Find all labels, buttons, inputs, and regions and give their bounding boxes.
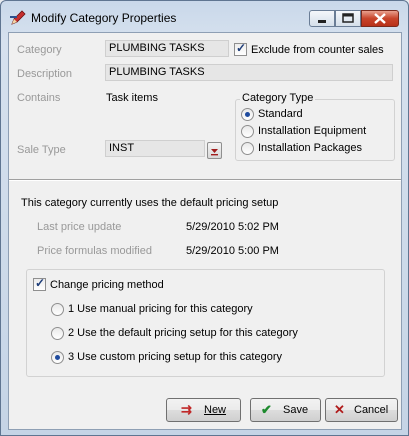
description-label: Description — [17, 68, 73, 80]
radio-manual-pricing[interactable] — [51, 303, 64, 316]
dialog-window: Modify Category Properties Category PLUM… — [0, 0, 409, 436]
contains-label: Contains — [17, 92, 61, 104]
last-price-update-label: Last price update — [37, 221, 122, 233]
new-icon: ⇉ — [181, 402, 192, 417]
checkmark-icon: ✔ — [261, 402, 272, 417]
radio-installation-equipment[interactable] — [241, 125, 254, 138]
new-button[interactable]: ⇉ New — [166, 398, 241, 422]
category-type-title: Category Type — [240, 92, 316, 104]
change-pricing-method-label: Change pricing method — [50, 279, 164, 291]
radio-default-pricing[interactable] — [51, 327, 64, 340]
sale-type-field[interactable]: INST — [105, 140, 205, 157]
new-button-label: New — [204, 404, 227, 416]
description-field[interactable]: PLUMBING TASKS — [105, 64, 393, 81]
radio-default-pricing-label: 2 Use the default pricing setup for this… — [68, 327, 298, 339]
radio-installation-packages-label: Installation Packages — [258, 142, 362, 154]
exclude-counter-sales-checkbox[interactable]: ✓ — [234, 41, 247, 56]
formulas-modified-value: 5/29/2010 5:00 PM — [186, 245, 279, 257]
last-price-update-value: 5/29/2010 5:02 PM — [186, 221, 279, 233]
exclude-counter-sales-label: Exclude from counter sales — [251, 44, 384, 56]
radio-installation-packages[interactable] — [241, 142, 254, 155]
radio-standard-label: Standard — [258, 108, 303, 120]
checkmark-icon: ✓ — [236, 41, 247, 55]
radio-manual-pricing-label: 1 Use manual pricing for this category — [68, 303, 253, 315]
radio-installation-equipment-label: Installation Equipment — [258, 125, 367, 137]
sale-type-dropdown-button[interactable] — [207, 142, 222, 159]
save-button-label: Save — [283, 404, 309, 416]
window-title: Modify Category Properties — [31, 11, 177, 25]
chevron-down-icon — [211, 149, 218, 156]
checkmark-icon: ✓ — [35, 276, 46, 290]
formulas-modified-label: Price formulas modified — [37, 245, 152, 257]
minimize-button[interactable] — [309, 10, 335, 27]
change-pricing-method-checkbox[interactable]: ✓ — [33, 276, 46, 291]
title-bar[interactable]: Modify Category Properties — [1, 1, 408, 33]
minimize-icon — [318, 20, 326, 23]
maximize-button[interactable] — [335, 10, 361, 27]
cancel-button[interactable]: ✕ Cancel — [325, 398, 398, 422]
close-button[interactable] — [361, 10, 399, 27]
category-field[interactable]: PLUMBING TASKS — [105, 40, 229, 57]
pricing-status-text: This category currently uses the default… — [21, 197, 279, 209]
divider — [9, 179, 401, 181]
maximize-icon — [342, 13, 354, 23]
cancel-button-label: Cancel — [354, 404, 389, 416]
contains-value: Task items — [106, 92, 158, 104]
radio-custom-pricing[interactable] — [51, 351, 64, 364]
radio-standard[interactable] — [241, 108, 254, 121]
x-icon: ✕ — [334, 402, 345, 417]
edit-pencil-icon — [10, 10, 26, 25]
category-label: Category — [17, 44, 62, 56]
radio-custom-pricing-label: 3 Use custom pricing setup for this cate… — [68, 351, 282, 363]
sale-type-label: Sale Type — [17, 144, 66, 156]
close-icon — [374, 13, 386, 24]
dialog-body: Category PLUMBING TASKS ✓ Exclude from c… — [8, 32, 402, 430]
save-button[interactable]: ✔ Save — [250, 398, 321, 422]
